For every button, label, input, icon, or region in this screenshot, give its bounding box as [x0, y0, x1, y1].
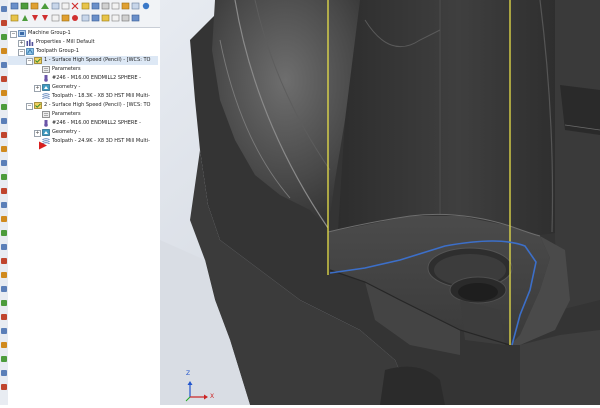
tree-label: Geometry -: [52, 84, 81, 90]
tree-label: #246 - M16.00 ENDMILL2 SPHERE -: [52, 120, 141, 126]
tree-node-tool[interactable]: #246 - M16.00 ENDMILL2 SPHERE -: [8, 74, 158, 83]
expand-icon[interactable]: +: [34, 130, 41, 137]
graphics-viewport[interactable]: [160, 0, 600, 405]
strip-tool-icon[interactable]: [1, 244, 7, 250]
tree-node-geometry[interactable]: + Geometry -: [8, 128, 158, 137]
geometry-icon: [42, 129, 50, 136]
tree-node-parameters[interactable]: Parameters: [8, 65, 158, 74]
axis-x-label: X: [210, 393, 215, 400]
strip-tool-icon[interactable]: [1, 132, 7, 138]
toolpath-file-icon: [42, 93, 50, 99]
strip-tool-icon[interactable]: [1, 342, 7, 348]
strip-tool-icon[interactable]: [1, 34, 7, 40]
tree-node-operation-2[interactable]: − 2 - Surface High Speed (Pencil) - [WCS…: [8, 101, 158, 110]
strip-tool-icon[interactable]: [1, 216, 7, 222]
collapse-icon[interactable]: −: [26, 103, 33, 110]
tree-label: Geometry -: [52, 129, 81, 135]
strip-tool-icon[interactable]: [1, 370, 7, 376]
strip-tool-icon[interactable]: [1, 356, 7, 362]
strip-tool-icon[interactable]: [1, 160, 7, 166]
geometry-icon: [42, 84, 50, 91]
axis-z-label: Z: [186, 370, 191, 377]
tree-label: Toolpath - 24.9K - X8 3D HST Mill Multi-: [52, 138, 150, 144]
strip-tool-icon[interactable]: [1, 258, 7, 264]
strip-tool-icon[interactable]: [1, 62, 7, 68]
tree-label: 2 - Surface High Speed (Pencil) - [WCS: …: [44, 102, 151, 108]
collapse-icon[interactable]: −: [26, 58, 33, 65]
expand-icon[interactable]: +: [18, 40, 25, 47]
tree-node-toolpath-group[interactable]: − Toolpath Group-1: [8, 47, 158, 56]
tool-icon: [44, 75, 48, 82]
strip-tool-icon[interactable]: [1, 6, 7, 12]
tree-node-tool[interactable]: #246 - M16.00 ENDMILL2 SPHERE -: [8, 119, 158, 128]
tree-node-operation-1[interactable]: − 1 - Surface High Speed (Pencil) - [WCS…: [8, 56, 158, 65]
axis-gnomon: Z X: [182, 370, 222, 404]
strip-tool-icon[interactable]: [1, 90, 7, 96]
strip-tool-icon[interactable]: [1, 146, 7, 152]
operation-icon: [34, 57, 42, 64]
tree-node-parameters[interactable]: Parameters: [8, 110, 158, 119]
strip-tool-icon[interactable]: [1, 230, 7, 236]
strip-tool-icon[interactable]: [1, 104, 7, 110]
toolpath-group-icon: [26, 48, 34, 55]
tool-icon: [44, 120, 48, 127]
tree-node-machine-group[interactable]: − Machine Group-1: [8, 29, 158, 38]
tree-label: Toolpath - 18.3K - X8 3D HST Mill Multi-: [52, 93, 150, 99]
properties-icon: [26, 39, 34, 46]
tree-node-properties[interactable]: + Properties - Mill Default: [8, 38, 158, 47]
parameters-folder-icon: [42, 111, 50, 118]
insert-arrow-icon[interactable]: [38, 141, 48, 150]
tree-label: Parameters: [52, 66, 81, 72]
tree-label: 1 - Surface High Speed (Pencil) - [WCS: …: [44, 57, 151, 63]
strip-tool-icon[interactable]: [1, 118, 7, 124]
toolpath-manager-toolbar: [8, 0, 160, 28]
strip-tool-icon[interactable]: [1, 384, 7, 390]
expand-icon[interactable]: +: [34, 85, 41, 92]
strip-tool-icon[interactable]: [1, 202, 7, 208]
strip-tool-icon[interactable]: [1, 328, 7, 334]
tree-label: #246 - M16.00 ENDMILL2 SPHERE -: [52, 75, 141, 81]
strip-tool-icon[interactable]: [1, 272, 7, 278]
tree-label: Toolpath Group-1: [36, 48, 79, 54]
tree-label: Machine Group-1: [28, 30, 71, 36]
machine-group-icon: [18, 30, 26, 37]
toolbar-icons: [10, 2, 150, 22]
collapse-icon[interactable]: −: [10, 31, 17, 38]
tree-label: Parameters: [52, 111, 81, 117]
tree-label: Properties - Mill Default: [36, 39, 95, 45]
tree-node-toolpath[interactable]: Toolpath - 18.3K - X8 3D HST Mill Multi-: [8, 92, 158, 101]
strip-tool-icon[interactable]: [1, 300, 7, 306]
strip-tool-icon[interactable]: [1, 286, 7, 292]
part-model: [160, 0, 600, 405]
strip-tool-icon[interactable]: [1, 174, 7, 180]
strip-tool-icon[interactable]: [1, 20, 7, 26]
collapse-icon[interactable]: −: [18, 49, 25, 56]
strip-tool-icon[interactable]: [1, 188, 7, 194]
strip-tool-icon[interactable]: [1, 314, 7, 320]
toolpath-tree: − Machine Group-1 + Properties - Mill De…: [8, 28, 162, 405]
tree-node-geometry[interactable]: + Geometry -: [8, 83, 158, 92]
operation-icon: [34, 102, 42, 109]
strip-tool-icon[interactable]: [1, 48, 7, 54]
tree-node-toolpath[interactable]: Toolpath - 24.9K - X8 3D HST Mill Multi-: [8, 137, 158, 146]
strip-tool-icon[interactable]: [1, 76, 7, 82]
parameters-folder-icon: [42, 66, 50, 73]
axis-gnomon-icon: [185, 381, 208, 402]
